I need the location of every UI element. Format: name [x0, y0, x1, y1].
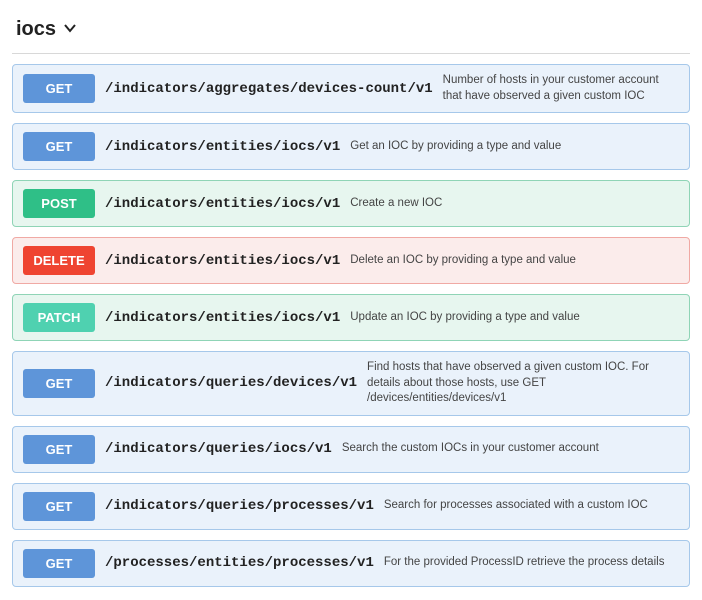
endpoint-row[interactable]: GET /indicators/queries/devices/v1 Find …	[12, 351, 690, 416]
endpoint-path: /indicators/entities/iocs/v1	[105, 310, 340, 326]
endpoint-row[interactable]: GET /indicators/queries/processes/v1 Sea…	[12, 483, 690, 530]
endpoint-path: /indicators/entities/iocs/v1	[105, 253, 340, 269]
method-badge: DELETE	[23, 246, 95, 275]
method-badge: GET	[23, 74, 95, 103]
endpoint-desc: Find hosts that have observed a given cu…	[367, 360, 679, 407]
endpoint-row[interactable]: GET /indicators/queries/iocs/v1 Search t…	[12, 426, 690, 473]
endpoint-desc: Number of hosts in your customer account…	[443, 73, 679, 104]
endpoint-desc: Search the custom IOCs in your customer …	[342, 441, 679, 457]
method-badge: GET	[23, 132, 95, 161]
endpoint-path: /indicators/entities/iocs/v1	[105, 196, 340, 212]
endpoint-row[interactable]: DELETE /indicators/entities/iocs/v1 Dele…	[12, 237, 690, 284]
endpoint-row[interactable]: POST /indicators/entities/iocs/v1 Create…	[12, 180, 690, 227]
endpoint-path: /indicators/queries/processes/v1	[105, 498, 374, 514]
endpoint-path: /indicators/queries/iocs/v1	[105, 441, 332, 457]
method-badge: GET	[23, 435, 95, 464]
endpoint-desc: Search for processes associated with a c…	[384, 498, 679, 514]
endpoint-desc: Delete an IOC by providing a type and va…	[350, 253, 679, 269]
endpoint-row[interactable]: GET /indicators/aggregates/devices-count…	[12, 64, 690, 113]
endpoint-desc: Create a new IOC	[350, 196, 679, 212]
endpoints-list: GET /indicators/aggregates/devices-count…	[12, 64, 690, 587]
method-badge: GET	[23, 492, 95, 521]
endpoint-path: /indicators/entities/iocs/v1	[105, 139, 340, 155]
endpoint-desc: For the provided ProcessID retrieve the …	[384, 555, 679, 571]
chevron-down-icon	[62, 20, 78, 39]
endpoint-path: /indicators/queries/devices/v1	[105, 375, 357, 391]
endpoint-path: /indicators/aggregates/devices-count/v1	[105, 81, 433, 97]
endpoint-row[interactable]: GET /processes/entities/processes/v1 For…	[12, 540, 690, 587]
method-badge: POST	[23, 189, 95, 218]
endpoint-desc: Update an IOC by providing a type and va…	[350, 310, 679, 326]
endpoint-row[interactable]: PATCH /indicators/entities/iocs/v1 Updat…	[12, 294, 690, 341]
method-badge: GET	[23, 549, 95, 578]
endpoint-desc: Get an IOC by providing a type and value	[350, 139, 679, 155]
section-title: iocs	[16, 18, 56, 41]
method-badge: PATCH	[23, 303, 95, 332]
method-badge: GET	[23, 369, 95, 398]
endpoint-path: /processes/entities/processes/v1	[105, 555, 374, 571]
section-header[interactable]: iocs	[12, 12, 690, 54]
endpoint-row[interactable]: GET /indicators/entities/iocs/v1 Get an …	[12, 123, 690, 170]
